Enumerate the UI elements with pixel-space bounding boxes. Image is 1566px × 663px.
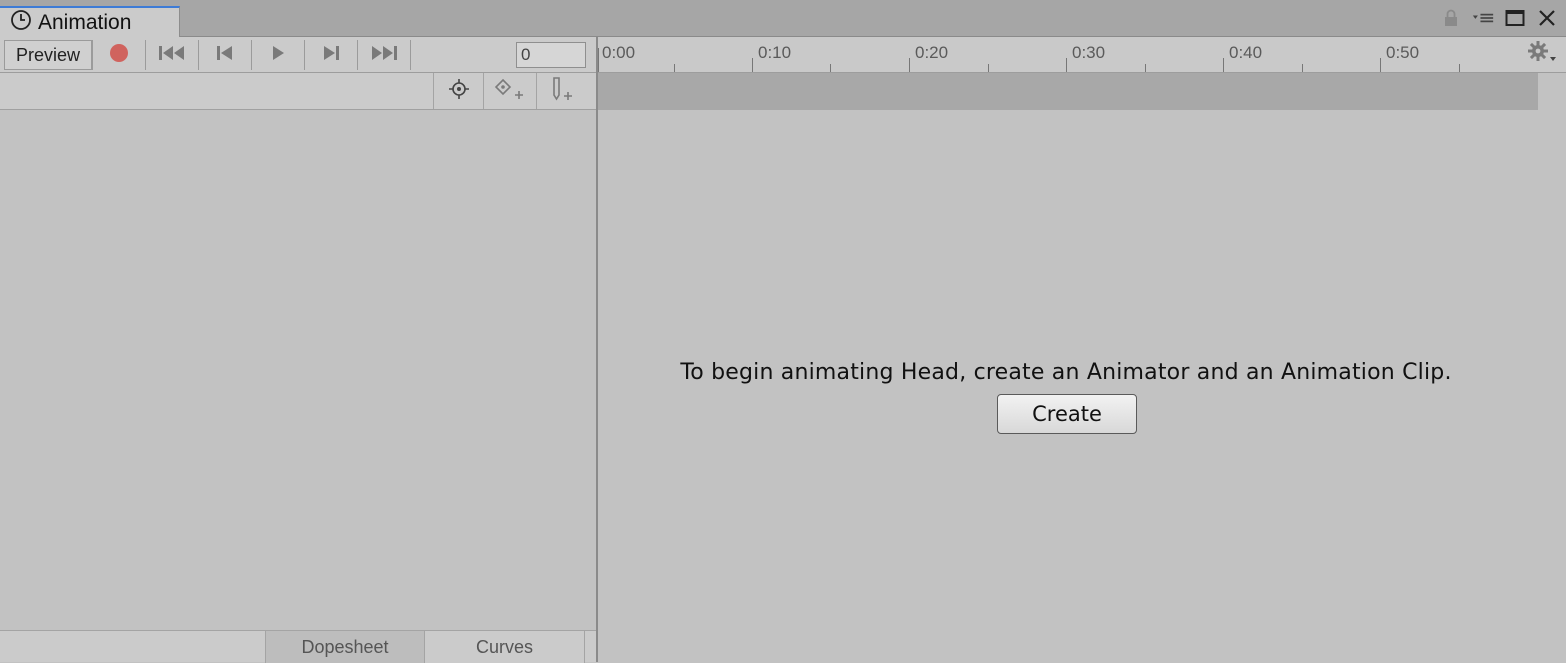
settings-button[interactable] (1518, 37, 1566, 73)
empty-state-message: To begin animating Head, create an Anima… (680, 360, 1452, 385)
ruler-tick (1066, 58, 1067, 72)
property-toolbar (0, 73, 598, 110)
filter-selected-icon (447, 77, 471, 106)
ruler-tick (674, 64, 675, 72)
first-key-button[interactable] (145, 40, 198, 70)
timeline-ruler[interactable]: 0:00 0:10 0:20 0:30 0:40 0:50 (598, 37, 1518, 73)
maximize-icon[interactable] (1504, 7, 1526, 29)
toolbar-separator (410, 40, 411, 70)
ruler-label: 0:00 (602, 43, 636, 62)
tab-label: Animation (38, 10, 132, 34)
window-controls (1440, 6, 1558, 30)
ruler-label: 0:30 (1072, 43, 1106, 62)
property-list (0, 110, 596, 630)
add-keyframe-icon (493, 77, 525, 106)
window-title-bar: Animation (0, 0, 1566, 37)
ruler-label: 0:40 (1229, 43, 1263, 62)
ruler-tick (752, 58, 753, 72)
panel-divider[interactable] (596, 37, 598, 662)
prev-key-button[interactable] (198, 40, 251, 70)
play-button[interactable] (251, 40, 304, 70)
tab-dopesheet[interactable]: Dopesheet (265, 631, 425, 663)
add-event-icon (548, 75, 576, 108)
event-strip (598, 73, 1538, 110)
ruler-tick (1145, 64, 1146, 72)
create-button[interactable]: Create (997, 394, 1137, 434)
record-button[interactable] (92, 40, 145, 70)
ruler-tick (598, 48, 599, 72)
record-icon (109, 43, 129, 68)
view-mode-bar: Dopesheet Curves (0, 630, 596, 663)
ruler-label: 0:20 (915, 43, 949, 62)
next-key-button[interactable] (304, 40, 357, 70)
animation-toolbar: Preview 0 (0, 37, 598, 73)
tab-curves[interactable]: Curves (425, 631, 585, 663)
play-icon (270, 44, 286, 67)
ruler-tick (830, 64, 831, 72)
ruler-tick (988, 64, 989, 72)
ruler-tick (1223, 58, 1224, 72)
ruler-label: 0:10 (758, 43, 792, 62)
filter-selected-button[interactable] (433, 73, 483, 109)
ruler-tick (1302, 64, 1303, 72)
tab-animation[interactable]: Animation (0, 6, 180, 37)
add-event-button[interactable] (536, 73, 586, 109)
lock-icon[interactable] (1440, 7, 1462, 29)
last-key-icon (369, 44, 399, 67)
close-icon[interactable] (1536, 7, 1558, 29)
last-key-button[interactable] (357, 40, 410, 70)
ruler-tick (1459, 64, 1460, 72)
next-key-icon (321, 44, 341, 67)
first-key-icon (157, 44, 187, 67)
clock-icon (10, 9, 32, 36)
gear-icon (1526, 39, 1558, 70)
prev-key-icon (215, 44, 235, 67)
frame-input[interactable]: 0 (516, 42, 586, 68)
preview-button[interactable]: Preview (4, 40, 92, 70)
add-keyframe-button[interactable] (483, 73, 533, 109)
menu-icon[interactable] (1472, 7, 1494, 29)
ruler-tick (1380, 58, 1381, 72)
ruler-tick (909, 58, 910, 72)
ruler-label: 0:50 (1386, 43, 1420, 62)
